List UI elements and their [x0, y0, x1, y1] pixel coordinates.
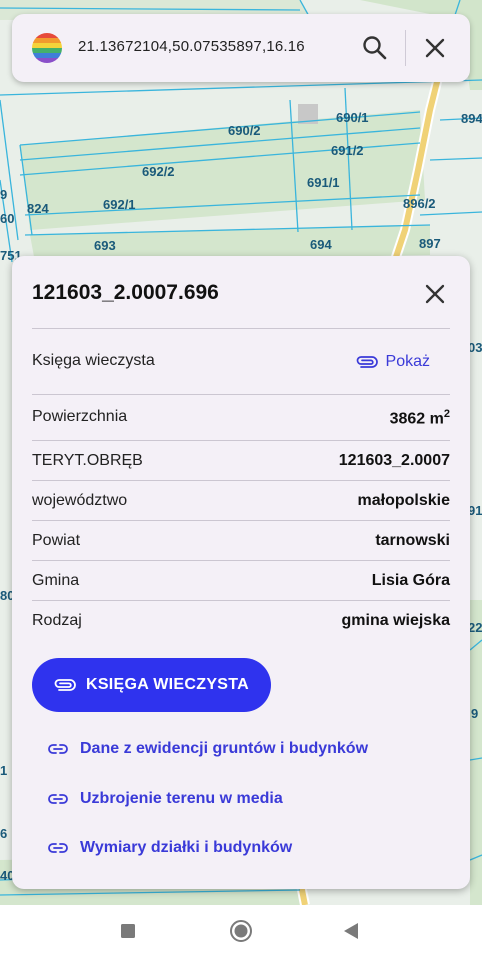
divider — [32, 560, 450, 561]
parcel-label: 22 — [468, 620, 482, 635]
voivodeship-value: małopolskie — [357, 492, 450, 509]
type-label: Rodzaj — [32, 612, 82, 629]
parcel-label: 692/2 — [142, 164, 175, 179]
parcel-label: 824 — [27, 201, 49, 216]
show-label: Pokaż — [385, 353, 430, 370]
parcel-id-title: 121603_2.0007.696 — [32, 281, 219, 304]
land-register-button[interactable]: KSIĘGA WIECZYSTA — [32, 658, 271, 712]
parcel-label: 690/1 — [336, 110, 369, 125]
parcel-label: 894 — [461, 111, 482, 126]
close-icon[interactable] — [421, 34, 449, 62]
utilities-link[interactable]: Uzbrojenie terenu w media — [48, 790, 283, 808]
parcel-label: 60 — [0, 211, 14, 226]
link-icon — [48, 843, 68, 853]
parcel-label: 897 — [419, 236, 441, 251]
parcel-label: 91 — [468, 503, 482, 518]
show-land-register-button[interactable]: Pokaż — [356, 351, 430, 373]
voivodeship-label: województwo — [32, 492, 128, 509]
divider — [32, 440, 450, 441]
divider — [32, 480, 450, 481]
link-icon — [48, 794, 68, 804]
search-query[interactable]: 21.13672104,50.07535897,16.16 — [78, 38, 305, 55]
rainbow-globe-icon — [32, 33, 62, 63]
parcel-label: 896/2 — [403, 196, 436, 211]
close-icon[interactable] — [422, 281, 448, 307]
back-triangle-icon[interactable] — [343, 922, 359, 945]
parcel-label: 692/1 — [103, 197, 136, 212]
county-value: tarnowski — [375, 532, 450, 549]
divider — [32, 600, 450, 601]
parcel-label: 6 — [0, 826, 7, 841]
teryt-label: TERYT.OBRĘB — [32, 452, 143, 469]
area-label: Powierzchnia — [32, 408, 128, 425]
divider — [32, 328, 450, 329]
parcel-details-card: 121603_2.0007.696 Księga wieczysta Pokaż… — [12, 256, 470, 889]
parcel-label: 694 — [310, 237, 332, 252]
recents-square-icon[interactable] — [120, 923, 136, 944]
municipality-label: Gmina — [32, 572, 80, 589]
type-value: gmina wiejska — [341, 612, 451, 629]
land-register-button-label: KSIĘGA WIECZYSTA — [85, 676, 250, 693]
area-value: 3862 m2 — [389, 408, 450, 428]
system-nav-bar — [0, 905, 482, 960]
home-circle-icon[interactable] — [229, 919, 253, 948]
parcel-label: 1 — [0, 763, 7, 778]
parcel-label: 9 — [0, 187, 7, 202]
parcel-label: 9 — [471, 706, 478, 721]
parcel-label: 691/2 — [331, 143, 364, 158]
parcel-label: 693 — [94, 238, 116, 253]
paperclip-icon — [54, 679, 76, 691]
divider — [32, 520, 450, 521]
paperclip-icon — [356, 356, 378, 368]
search-bar[interactable]: 21.13672104,50.07535897,16.16 — [12, 14, 470, 82]
link-icon — [48, 744, 68, 754]
dimensions-link[interactable]: Wymiary działki i budynków — [48, 839, 292, 857]
land-records-link[interactable]: Dane z ewidencji gruntów i budynków — [48, 740, 368, 758]
parcel-label: 690/2 — [228, 123, 261, 138]
county-label: Powiat — [32, 532, 81, 549]
land-register-label: Księga wieczysta — [32, 352, 155, 369]
search-icon[interactable] — [361, 34, 389, 62]
search-divider — [405, 30, 406, 66]
teryt-value: 121603_2.0007 — [338, 452, 450, 469]
parcel-label: 03 — [468, 340, 482, 355]
municipality-value: Lisia Góra — [371, 572, 450, 589]
parcel-label: 691/1 — [307, 175, 340, 190]
divider — [32, 394, 450, 395]
